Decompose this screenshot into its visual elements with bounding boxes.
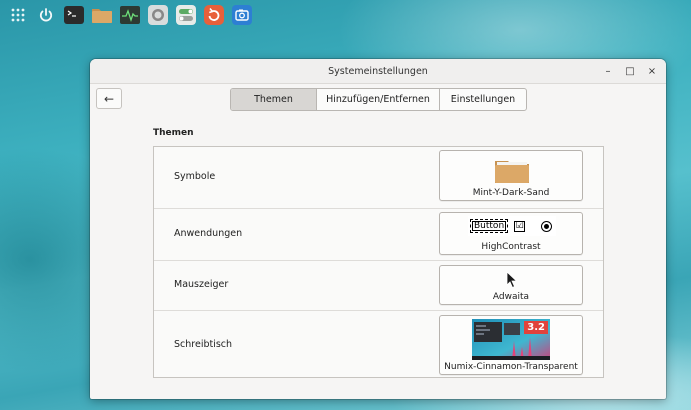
terminal-icon[interactable]	[62, 3, 86, 27]
row-label: Schreibtisch	[174, 339, 233, 350]
mouse-pointer-icon	[506, 271, 518, 289]
chooser-value: Mint-Y-Dark-Sand	[472, 188, 550, 198]
list-item-symbole: Symbole Mint-Y-Dark-Sand	[154, 147, 603, 209]
cursor-theme-chooser-button[interactable]: Adwaita	[439, 265, 583, 305]
settings-window: Systemeinstellungen – □ × ← Themen Hinzu…	[90, 59, 666, 399]
themes-list: Symbole Mint-Y-Dark-Sand Anwendungen But…	[153, 146, 604, 378]
software-updater-icon[interactable]	[202, 3, 226, 27]
messaging-icon[interactable]	[146, 3, 170, 27]
chooser-value: Numix-Cinnamon-Transparent	[444, 362, 578, 372]
preview-button: Button	[470, 219, 509, 233]
settings-toggle-icon[interactable]	[174, 3, 198, 27]
row-label: Mauszeiger	[174, 279, 229, 290]
chooser-value: Adwaita	[492, 292, 530, 302]
version-badge: 3.2	[524, 321, 548, 334]
radio-icon	[541, 220, 553, 232]
icon-theme-chooser-button[interactable]: Mint-Y-Dark-Sand	[439, 150, 583, 201]
back-button[interactable]: ←	[96, 88, 122, 109]
power-icon[interactable]	[34, 3, 58, 27]
minimize-button[interactable]: –	[600, 63, 616, 79]
tab-themen[interactable]: Themen	[231, 89, 317, 110]
window-controls: – □ ×	[600, 63, 660, 79]
top-panel	[0, 0, 691, 30]
list-item-schreibtisch: Schreibtisch 3.2 Numix-Cinnamon-Transpar…	[154, 311, 603, 379]
apps-grid-icon[interactable]	[6, 3, 30, 27]
desktop-theme-chooser-button[interactable]: 3.2 Numix-Cinnamon-Transparent	[439, 315, 583, 375]
maximize-button[interactable]: □	[622, 63, 638, 79]
screenshot-icon[interactable]	[230, 3, 254, 27]
chooser-value: HighContrast	[481, 242, 541, 252]
folder-icon[interactable]	[90, 3, 114, 27]
desktop-theme-preview: 3.2	[472, 319, 550, 360]
tab-hinzufuegen-entfernen[interactable]: Hinzufügen/Entfernen	[317, 89, 440, 110]
highcontrast-preview: Button ☑	[468, 216, 556, 236]
list-item-mauszeiger: Mauszeiger Adwaita	[154, 261, 603, 311]
checkbox-icon: ☑	[514, 220, 526, 232]
window-titlebar[interactable]: Systemeinstellungen – □ ×	[90, 59, 666, 84]
view-switcher: Themen Hinzufügen/Entfernen Einstellunge…	[230, 88, 527, 111]
folder-theme-icon	[495, 161, 529, 183]
row-label: Symbole	[174, 171, 216, 182]
close-button[interactable]: ×	[644, 63, 660, 79]
tab-einstellungen[interactable]: Einstellungen	[440, 89, 526, 110]
list-item-anwendungen: Anwendungen Button ☑ HighContrast	[154, 209, 603, 261]
section-title: Themen	[153, 128, 194, 138]
system-monitor-icon[interactable]	[118, 3, 142, 27]
row-label: Anwendungen	[174, 228, 243, 239]
application-theme-chooser-button[interactable]: Button ☑ HighContrast	[439, 212, 583, 255]
window-title: Systemeinstellungen	[328, 65, 428, 77]
back-arrow-icon: ←	[103, 91, 115, 106]
